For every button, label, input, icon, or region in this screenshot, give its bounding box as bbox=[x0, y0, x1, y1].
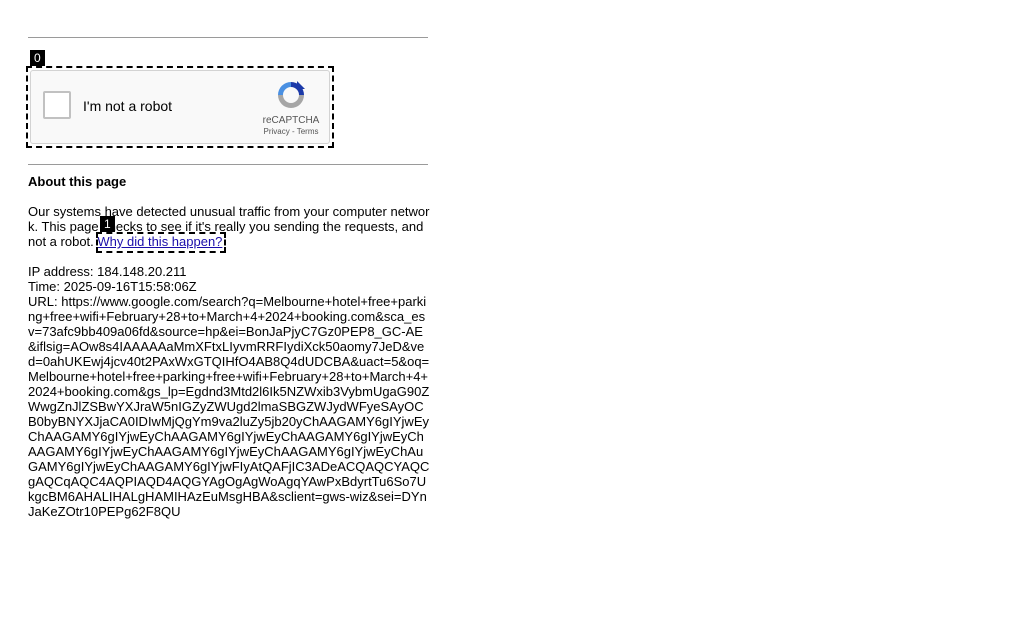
captcha-checkbox[interactable] bbox=[43, 91, 71, 119]
request-time: Time: 2025-09-16T15:58:06Z bbox=[28, 279, 197, 294]
about-heading: About this page bbox=[28, 174, 127, 189]
recaptcha-widget[interactable]: I'm not a robot reCAPTCHA Privacy - Term… bbox=[30, 70, 330, 144]
recaptcha-brand: reCAPTCHA bbox=[262, 115, 320, 126]
why-link-highlight bbox=[96, 232, 226, 253]
element-marker-0: 0 bbox=[30, 50, 45, 66]
top-divider bbox=[28, 37, 428, 38]
middle-divider bbox=[28, 164, 428, 165]
links-separator: - bbox=[289, 127, 297, 136]
element-marker-1: 1 bbox=[100, 216, 115, 232]
ip-address: IP address: 184.148.20.211 bbox=[28, 264, 187, 279]
recaptcha-logo-icon bbox=[278, 81, 305, 108]
privacy-link[interactable]: Privacy bbox=[264, 127, 290, 136]
recaptcha-links: Privacy - Terms bbox=[251, 127, 331, 136]
captcha-label: I'm not a robot bbox=[83, 98, 173, 114]
request-info: IP address: 184.148.20.211 Time: 2025-09… bbox=[28, 264, 430, 519]
request-url: URL: https://www.google.com/search?q=Mel… bbox=[28, 294, 430, 519]
about-body: Our systems have detected unusual traffi… bbox=[28, 204, 430, 249]
terms-link[interactable]: Terms bbox=[297, 127, 319, 136]
about-text: Our systems have detected unusual traffi… bbox=[28, 204, 430, 249]
